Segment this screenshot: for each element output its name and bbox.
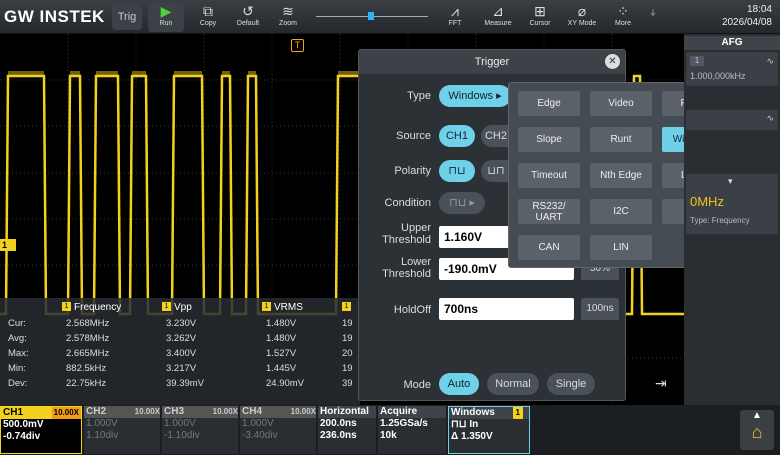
trigger-type-timeout[interactable]: Timeout [518,163,580,188]
fft-icon: ⩘ [451,3,459,19]
upper-threshold-label: Upper Threshold [382,222,431,246]
acquire-status[interactable]: Acquire 1.25GSa/s 10k [378,406,446,454]
horizontal-status[interactable]: Horizontal 200.0ns 236.0ns [318,406,376,454]
cursor-button[interactable]: ⊞ Cursor [522,2,558,32]
frequency-type: Type: Frequency [690,216,750,225]
type-label: Type [407,90,431,102]
close-icon[interactable]: ✕ [605,54,620,69]
default-button[interactable]: ↺ Default [230,2,266,32]
mode-single-button[interactable]: Single [547,373,595,395]
brand-logo: GW INSTEK [4,7,105,26]
afg-header[interactable]: AFG [684,36,780,50]
table-row: Dev: 22.75kHz 39.39mV 24.90mV 39 [8,378,353,389]
clock-date: 2026/04/08 [721,17,772,28]
source-ch2-button[interactable]: CH2 [481,125,511,147]
xy-icon: ⌀ [577,3,587,19]
home-icon: ⌂ [751,422,763,442]
frequency-card[interactable]: ▾ 0MHz Type: Frequency [686,174,778,234]
mode-auto-button[interactable]: Auto [439,373,479,395]
side-panel: AFG 1 ∿ 1.000,000kHz ∿ ▾ 0MHz Type: Freq… [684,34,780,405]
cursor-icon: ⊞ [534,3,546,19]
trigger-type-slope[interactable]: Slope [518,127,580,152]
fft-button[interactable]: ⩘ FFT [436,2,474,32]
table-row: Max: 2.665MHz 3.400V 1.527V 20 [8,348,353,359]
lower-threshold-label: Lower Threshold [382,256,431,280]
copy-button[interactable]: ⧉ Copy [190,2,226,32]
bottom-status-bar: CH1 10.00X 500.0mV -0.74div CH2 10.00X 1.0… [0,405,780,455]
trigger-status[interactable]: Windows 1 ⊓⊔ In Δ 1.350V [448,406,530,454]
trigger-type-video[interactable]: Video [590,91,652,116]
ch2-status[interactable]: CH2 10.00X 1.000V 1.10div [84,406,160,454]
window-trigger-icon: ⊓⊔ [451,419,470,430]
trigger-type-i2c[interactable]: I2C [590,199,652,224]
polarity-alt-icon[interactable]: ⊔⊓ [481,160,511,182]
xymode-button[interactable]: ⌀ XY Mode [562,2,602,32]
more-icon: ⁘ [617,3,629,19]
trigger-type-runt[interactable]: Runt [590,127,652,152]
play-icon: ▶ [160,3,172,19]
clock-time: 18:04 [746,4,772,15]
home-button[interactable]: ▲ ⌂ [740,410,774,450]
trig-status[interactable]: Trig [112,4,142,30]
ch1-status[interactable]: CH1 10.00X 500.0mV -0.74div [0,406,82,454]
top-toolbar: GW INSTEK Trig ▶ Run ⧉ Copy ↺ Default ≋ Zoom… [0,0,780,34]
trigger-type-nth-edge[interactable]: Nth Edge [590,163,652,188]
table-row: Min: 882.5kHz 3.217V 1.445V 19 [8,363,353,374]
source-label: Source [396,130,431,142]
trigger-position-marker[interactable]: T [291,39,304,52]
measure-button[interactable]: ⊿ Measure [478,2,518,32]
chevron-down-icon: ▾ [728,176,733,186]
mode-label: Mode [403,379,431,391]
measure-icon: ⊿ [492,3,504,19]
dropdown-icon: ▸ [496,90,502,102]
trigger-type-rs232-uart[interactable]: RS232/ UART [518,199,580,224]
timeline-position-marker[interactable] [368,12,374,20]
chevron-up-icon: ▲ [752,410,762,421]
holdoff-field[interactable]: 700ns [439,298,574,320]
condition-select[interactable]: ⊓⊔ ▸ [439,192,485,214]
type-select[interactable]: Windows ▸ [439,85,511,107]
trigger-type-edge[interactable]: Edge [518,91,580,116]
run-button[interactable]: ▶ Run [148,2,184,32]
ch3-status[interactable]: CH3 10.00X 1.000V -1.10div [162,406,238,454]
copy-icon: ⧉ [203,3,213,19]
frequency-value: 0MHz [690,194,724,209]
table-row: Avg: 2.578MHz 3.262V 1.480V 19 [8,333,353,344]
exit-icon[interactable]: ⇥ [655,375,667,392]
measurement-table: 1 Frequency 1 Vpp 1 VRMS 1 Cur: 2.568MHz 3.23… [0,298,360,391]
table-row: Cur: 2.568MHz 3.230V 1.480V 19 [8,318,353,329]
afg-card-2[interactable]: ∿ [686,110,778,130]
source-ch1-button[interactable]: CH1 [439,125,475,147]
trigger-type-lin[interactable]: LIN [590,235,652,260]
more-button[interactable]: ⁘ More [606,2,640,32]
holdoff-label: HoldOff [393,304,431,316]
afg-card[interactable]: 1 ∿ 1.000,000kHz [686,52,778,86]
reset-icon: ↺ [242,3,254,19]
measurement-panel: 1 Frequency 1 Vpp 1 VRMS 1 Cur: 2.568MHz 3.23… [0,298,360,405]
memory-timeline[interactable] [316,10,428,24]
afg-frequency: 1.000,000kHz [690,71,746,81]
holdoff-step-button[interactable]: 100ns [581,298,619,320]
trigger-type-can[interactable]: CAN [518,235,580,260]
sine-wave-icon: ∿ [766,56,774,66]
upper-threshold-field[interactable]: 1.160V [439,226,509,248]
mode-normal-button[interactable]: Normal [487,373,539,395]
polarity-label: Polarity [394,165,431,177]
zoom-wave-icon: ≋ [282,3,294,19]
polarity-both-icon[interactable]: ⊓⊔ [439,160,475,182]
dialog-title: Trigger [359,50,625,74]
sine-wave-icon-2: ∿ [766,113,774,123]
condition-label: Condition [384,197,431,209]
zoom-button[interactable]: ≋ Zoom [270,2,306,32]
ch1-level-marker[interactable]: 1 [0,239,16,251]
ch4-status[interactable]: CH4 10.00X 1.000V -3.40div [240,406,316,454]
clock: 18:04 2026/04/08 [722,3,772,29]
afg-channel-badge: 1 [690,56,704,66]
